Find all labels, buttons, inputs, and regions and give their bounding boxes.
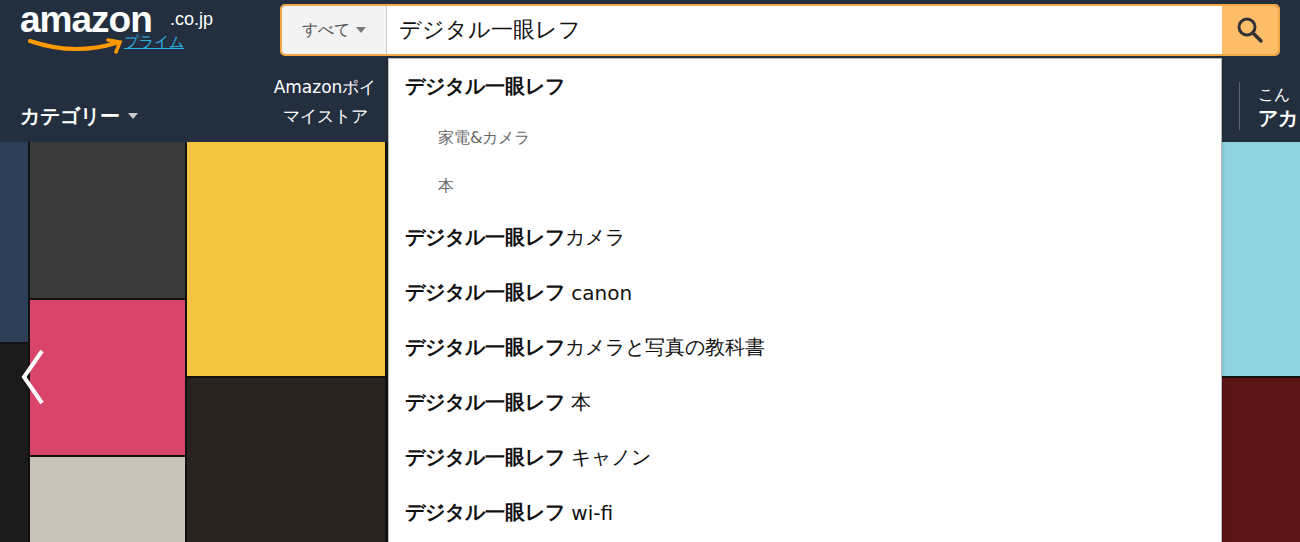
album-cover[interactable] — [0, 142, 28, 342]
page: amazon.co.jpプライムすべてデジタル一眼レフカテゴリーAmazonポイ… — [0, 0, 1300, 542]
suggestion-item[interactable]: デジタル一眼レフ canon — [389, 265, 1221, 320]
search-button[interactable] — [1222, 6, 1278, 54]
suggestion-department[interactable]: 本 — [389, 162, 1221, 210]
divider — [1239, 82, 1240, 130]
suggestion-item[interactable]: デジタル一眼レフカメラ — [389, 210, 1221, 265]
caret-down-icon — [128, 113, 138, 119]
album-cover[interactable] — [1222, 142, 1300, 376]
search-input[interactable]: デジタル一眼レフ — [387, 6, 1222, 54]
album-cover[interactable] — [30, 142, 185, 298]
album-cover[interactable] — [1222, 378, 1300, 542]
caret-down-icon — [356, 27, 366, 33]
suggestion-item[interactable]: デジタル一眼レフ 本 — [389, 375, 1221, 430]
suggestion-item[interactable]: デジタル一眼レフ wi-fi — [389, 485, 1221, 540]
account-menu[interactable]: こんアカ — [1258, 60, 1300, 142]
suggestion-dropdown: デジタル一眼レフ家電&カメラ本デジタル一眼レフカメラデジタル一眼レフ canon… — [388, 58, 1222, 542]
album-cover[interactable] — [0, 344, 28, 542]
album-cover[interactable] — [187, 142, 385, 376]
suggestion-item[interactable]: デジタル一眼レフ — [389, 59, 1221, 114]
chevron-left-icon — [18, 347, 48, 407]
category-menu[interactable]: カテゴリー — [0, 60, 260, 142]
nav-link[interactable]: Amazonポイ — [274, 76, 377, 99]
album-cover[interactable] — [30, 457, 185, 542]
top-row: amazon.co.jpプライムすべてデジタル一眼レフ — [0, 0, 1300, 60]
album-cover[interactable] — [30, 300, 185, 455]
magnifier-icon — [1236, 16, 1264, 44]
carousel-prev[interactable] — [18, 347, 48, 411]
smile-icon — [28, 38, 124, 54]
logo-domain[interactable]: .co.jp — [170, 8, 213, 30]
suggestion-item[interactable]: デジタル一眼レフ キャノン — [389, 430, 1221, 485]
logo[interactable]: amazon.co.jpプライム — [0, 0, 280, 60]
search-category[interactable]: すべて — [282, 6, 387, 54]
album-cover[interactable] — [187, 378, 385, 542]
suggestion-item[interactable]: デジタル一眼レフカメラと写真の教科書 — [389, 320, 1221, 375]
search-bar: すべてデジタル一眼レフ — [280, 4, 1280, 56]
suggestion-department[interactable]: 家電&カメラ — [389, 114, 1221, 162]
prime-link[interactable]: プライム — [124, 32, 184, 52]
nav-link[interactable]: マイストア — [283, 105, 368, 128]
nav-links: Amazonポイマイストア — [260, 60, 390, 142]
